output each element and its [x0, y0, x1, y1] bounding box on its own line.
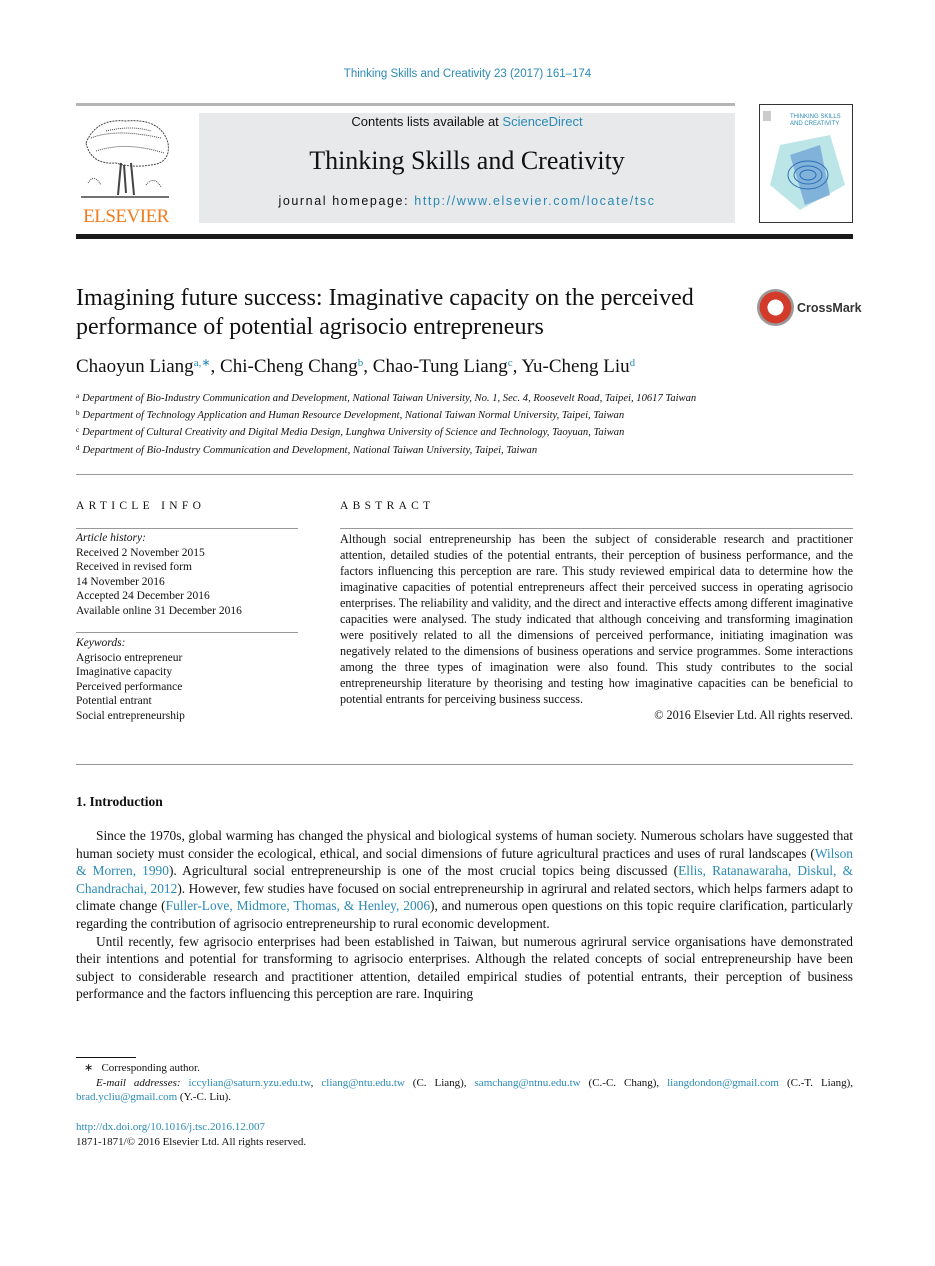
affiliation-text: Department of Bio-Industry Communication…	[82, 393, 697, 404]
contents-label: Contents lists available at	[351, 114, 503, 129]
affiliation-mark: a	[76, 392, 80, 400]
elsevier-tree-icon	[81, 120, 169, 198]
email-label: E-mail addresses:	[96, 1076, 181, 1089]
author-list: Chaoyun Lianga,∗, Chi-Cheng Changb, Chao…	[76, 356, 635, 378]
homepage-label: journal homepage:	[278, 194, 415, 208]
author-affiliation-mark[interactable]: a,∗	[194, 357, 211, 369]
divider	[340, 528, 853, 529]
article-title: Imagining future success: Imaginative ca…	[76, 285, 694, 340]
keywords: Keywords: Agrisocio entrepreneur Imaginat…	[76, 636, 298, 723]
introduction-body: Since the 1970s, global warming has chan…	[76, 827, 853, 1003]
affiliation-text: Department of Cultural Creativity and Di…	[82, 427, 625, 439]
abstract: Although social entrepreneurship has bee…	[340, 531, 853, 723]
article-info-heading: ARTICLE INFO	[76, 500, 206, 512]
abstract-heading: ABSTRACT	[340, 500, 435, 512]
crossmark-label: CrossMark	[797, 300, 862, 315]
divider	[76, 528, 298, 529]
affiliations: a Department of Bio-Industry Communicatio…	[76, 389, 756, 458]
text-segment: ). Agricultural social entrepreneurship …	[168, 863, 679, 879]
elsevier-wordmark: ELSEVIER	[83, 206, 169, 227]
text-segment: (Y.-C. Liu).	[177, 1091, 232, 1103]
text-segment: Until recently, few agrisocio enterprise…	[76, 933, 853, 1002]
keyword: Agrisocio entrepreneur	[76, 651, 183, 664]
journal-title: Thinking Skills and Creativity	[309, 146, 625, 175]
author-name[interactable]: Chao-Tung Liang	[373, 356, 508, 377]
affiliation: d Department of Bio-Industry Communicatio…	[76, 441, 756, 458]
email-link[interactable]: liangdondon@gmail.com	[667, 1077, 779, 1089]
affiliation: a Department of Bio-Industry Communicatio…	[76, 389, 756, 406]
abstract-text: Although social entrepreneurship has bee…	[340, 532, 853, 706]
corresponding-mark: ∗	[84, 1062, 94, 1074]
journal-header-box: Contents lists available at ScienceDirec…	[199, 113, 735, 223]
issn-copyright: 1871-1871/© 2016 Elsevier Ltd. All right…	[76, 1136, 307, 1148]
text-segment: (C.-C. Chang),	[580, 1076, 668, 1089]
keyword: Imaginative capacity	[76, 666, 173, 678]
author-name[interactable]: Yu-Cheng Liu	[521, 356, 629, 377]
footnotes: ∗ Corresponding author. E-mail addresses…	[76, 1061, 853, 1105]
author-separator: ,	[363, 356, 373, 377]
section-heading-introduction: 1. Introduction	[76, 794, 163, 809]
history-item: Accepted 24 December 2016	[76, 590, 210, 602]
affiliation: c Department of Cultural Creativity and D…	[76, 423, 756, 440]
affiliation-mark: c	[76, 426, 80, 435]
email-link[interactable]: brad.ycliu@gmail.com	[76, 1091, 177, 1103]
paragraph: Since the 1970s, global warming has chan…	[76, 827, 853, 933]
doi-link[interactable]: http://dx.doi.org/10.1016/j.tsc.2016.12.…	[76, 1120, 306, 1135]
paragraph: Until recently, few agrisocio enterprise…	[76, 933, 853, 1003]
email-link[interactable]: samchang@ntnu.edu.tw	[475, 1077, 581, 1089]
elsevier-logo: ELSEVIER	[76, 113, 176, 227]
keyword: Perceived performance	[76, 680, 183, 693]
author-name[interactable]: Chaoyun Liang	[76, 356, 194, 377]
divider	[76, 474, 853, 475]
author-affiliation-mark[interactable]: d	[630, 357, 636, 369]
keywords-label: Keywords:	[76, 637, 126, 649]
text-segment: (C. Liang),	[404, 1076, 475, 1089]
journal-cover[interactable]: THINKING SKILLS AND CREATIVITY	[759, 104, 853, 223]
homepage-link[interactable]: http://www.elsevier.com/locate/tsc	[414, 194, 655, 208]
footnote-divider	[76, 1057, 136, 1058]
history-item: Received 2 November 2015	[76, 546, 205, 559]
affiliation-mark: b	[76, 409, 80, 418]
author-separator: ,	[210, 356, 221, 377]
history-item: Received in revised form	[76, 561, 192, 573]
history-item: 14 November 2016	[76, 575, 165, 588]
author-name[interactable]: Chi-Cheng Chang	[220, 356, 358, 377]
affiliation-text: Department of Bio-Industry Communication…	[82, 444, 538, 456]
doi-block: http://dx.doi.org/10.1016/j.tsc.2016.12.…	[76, 1120, 306, 1150]
history-item: Available online 31 December 2016	[76, 604, 242, 617]
crossmark-icon	[757, 289, 794, 326]
text-segment: ,	[310, 1076, 322, 1089]
divider	[76, 764, 853, 765]
cover-title: THINKING SKILLS AND CREATIVITY	[790, 114, 841, 127]
email-link[interactable]: iccylian@saturn.yzu.edu.tw	[189, 1077, 311, 1089]
citation-link[interactable]: Fuller-Love, Midmore, Thomas, & Henley, …	[166, 898, 430, 913]
affiliation-text: Department of Technology Application and…	[82, 410, 625, 422]
abstract-copyright: © 2016 Elsevier Ltd. All rights reserved…	[654, 708, 853, 722]
email-link[interactable]: cliang@ntu.edu.tw	[321, 1077, 404, 1089]
text-segment: (C.-T. Liang),	[778, 1076, 854, 1089]
article-history: Article history: Received 2 November 201…	[76, 531, 298, 618]
history-label: Article history:	[76, 532, 146, 544]
crossmark-button[interactable]: CrossMark	[757, 289, 862, 326]
text-segment: Since the 1970s, global warming has chan…	[76, 828, 853, 861]
divider	[76, 632, 298, 633]
header-divider	[76, 234, 853, 239]
keyword: Social entrepreneurship	[76, 709, 185, 722]
corresponding-author-note: Corresponding author.	[101, 1062, 200, 1074]
affiliation-mark: d	[76, 443, 80, 452]
journal-reference-link[interactable]: Thinking Skills and Creativity 23 (2017)…	[0, 68, 935, 80]
sciencedirect-link[interactable]: ScienceDirect	[502, 114, 582, 129]
affiliation: b Department of Technology Application an…	[76, 406, 756, 423]
keyword: Potential entrant	[76, 695, 152, 707]
divider	[76, 103, 735, 106]
